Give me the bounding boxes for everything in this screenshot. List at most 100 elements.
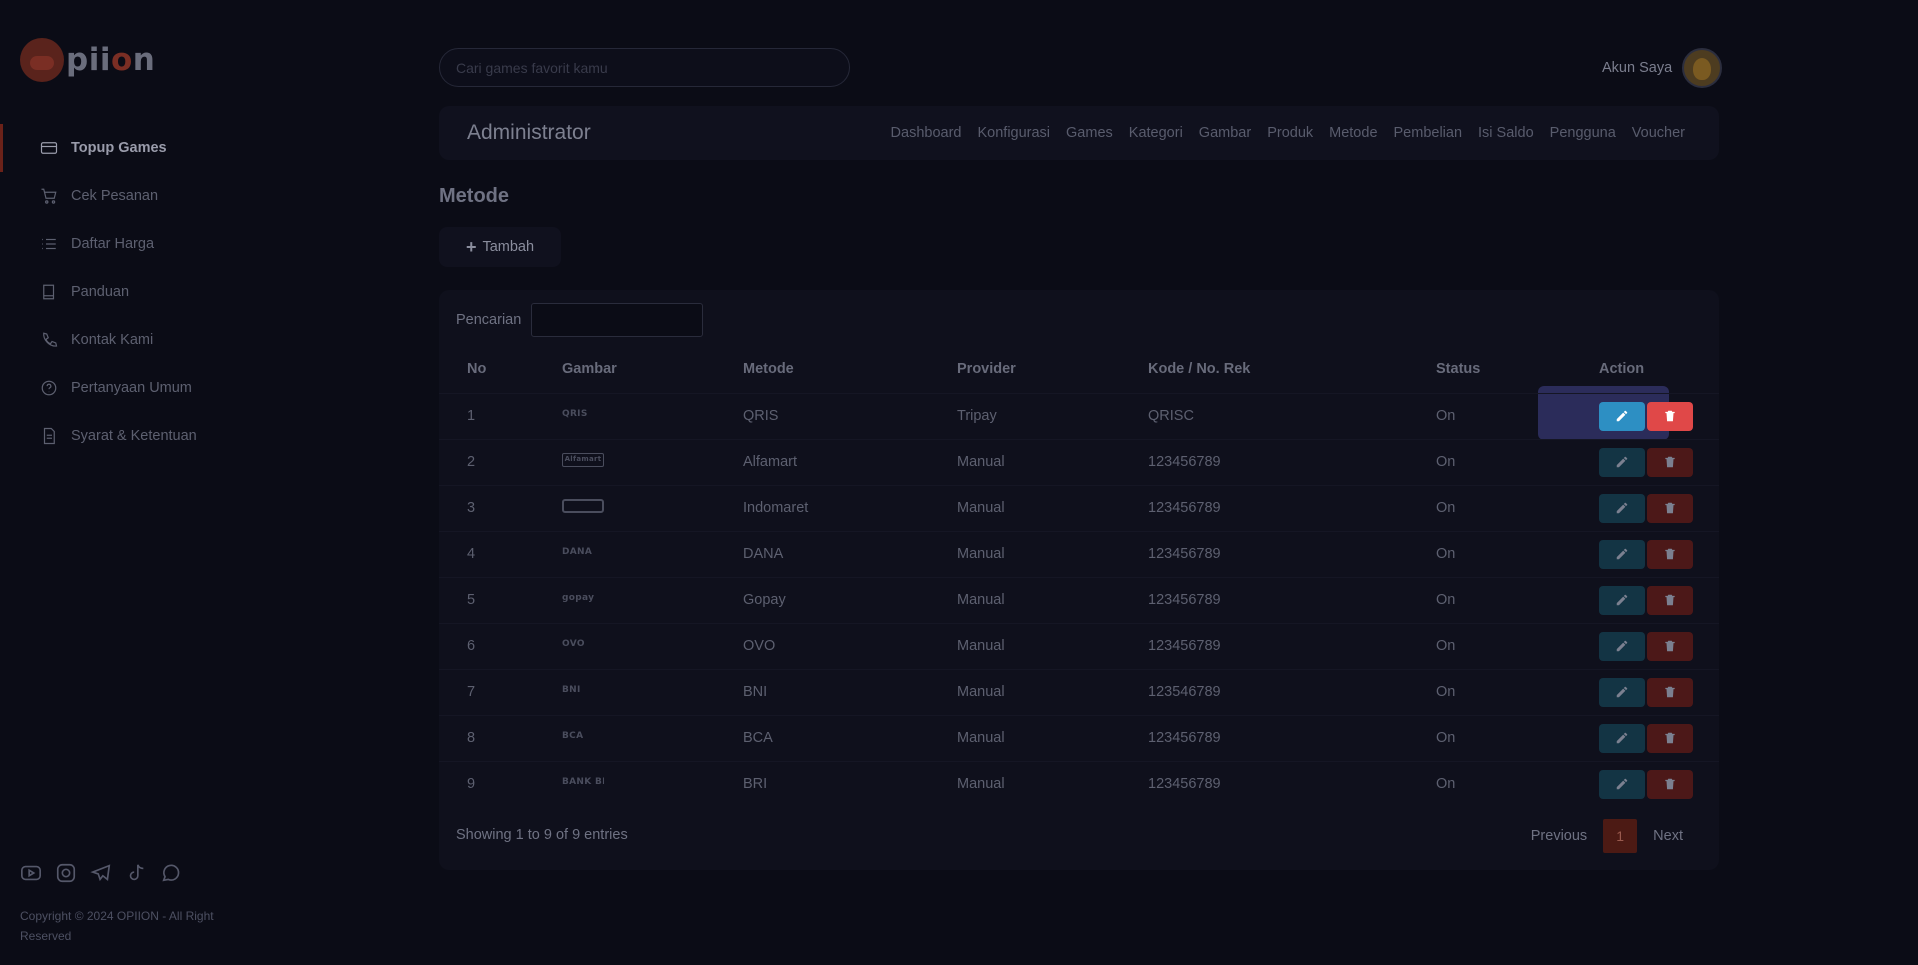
instagram-icon[interactable] <box>55 862 77 884</box>
account-menu[interactable]: Akun Saya <box>1602 48 1723 88</box>
edit-button[interactable] <box>1599 447 1645 477</box>
gamepad-logo-icon <box>20 38 64 82</box>
column-header-status[interactable]: Status <box>1436 345 1599 393</box>
trash-icon <box>1663 593 1677 607</box>
sidebar-item-pertanyaan-umum[interactable]: Pertanyaan Umum <box>0 364 400 412</box>
table-search-label: Pencarian <box>456 312 522 328</box>
cell-provider: Tripay <box>957 408 997 424</box>
cell-metode: Alfamart <box>743 454 797 470</box>
delete-button[interactable] <box>1647 677 1693 707</box>
edit-button[interactable] <box>1599 493 1645 523</box>
sidebar-item-syarat-ketentuan[interactable]: Syarat & Ketentuan <box>0 412 400 460</box>
admin-nav-dashboard[interactable]: Dashboard <box>891 125 962 141</box>
whatsapp-icon[interactable] <box>160 862 182 884</box>
edit-button[interactable] <box>1599 769 1645 799</box>
cell-provider: Manual <box>957 730 1005 746</box>
admin-nav-produk[interactable]: Produk <box>1267 125 1313 141</box>
phone-icon <box>40 331 58 349</box>
pagination-previous[interactable]: Previous <box>1515 828 1603 844</box>
youtube-icon[interactable] <box>20 862 42 884</box>
pagination-page-1[interactable]: 1 <box>1603 819 1638 853</box>
payment-logo <box>562 499 604 513</box>
sidebar-item-daftar-harga[interactable]: Daftar Harga <box>0 220 400 268</box>
column-header-provider[interactable]: Provider <box>957 345 1148 393</box>
edit-button[interactable] <box>1599 677 1645 707</box>
account-label: Akun Saya <box>1602 60 1673 76</box>
table-row: 2 Alfamart Alfamart Manual 123456789 On <box>439 439 1719 485</box>
cell-status: On <box>1436 592 1456 608</box>
telegram-icon[interactable] <box>90 862 112 884</box>
delete-button[interactable] <box>1647 631 1693 661</box>
sidebar-item-panduan[interactable]: Panduan <box>0 268 400 316</box>
add-button[interactable]: + Tambah <box>439 227 561 267</box>
pagination-next[interactable]: Next <box>1637 828 1699 844</box>
cell-provider: Manual <box>957 684 1005 700</box>
pencil-icon <box>1615 593 1629 607</box>
pencil-icon <box>1615 501 1629 515</box>
cell-action <box>1599 393 1719 439</box>
cell-no: 1 <box>467 408 476 424</box>
admin-nav-pembelian[interactable]: Pembelian <box>1394 125 1463 141</box>
plus-icon: + <box>465 237 477 257</box>
admin-nav-games[interactable]: Games <box>1066 125 1113 141</box>
avatar[interactable] <box>1682 48 1723 88</box>
cell-action <box>1599 577 1719 623</box>
cell-kode: QRISC <box>1148 408 1194 424</box>
delete-button[interactable] <box>1647 539 1693 569</box>
cell-gambar: gopay <box>562 577 743 623</box>
copyright-text: Copyright © 2024 OPIION - All Right Rese… <box>20 909 214 943</box>
delete-button[interactable] <box>1647 723 1693 753</box>
tiktok-icon[interactable] <box>125 862 147 884</box>
book-icon <box>40 283 58 301</box>
cell-no: 3 <box>467 500 476 516</box>
cell-status: On <box>1436 408 1456 424</box>
trash-icon <box>1663 547 1677 561</box>
sidebar-nav: Topup Games Cek Pesanan Daftar Harga Pan… <box>0 124 400 460</box>
sidebar-item-label: Panduan <box>71 284 130 300</box>
cell-status: On <box>1436 638 1456 654</box>
cell-gambar: OVO <box>562 623 743 669</box>
delete-button[interactable] <box>1647 447 1693 477</box>
table-search-input[interactable] <box>531 303 704 337</box>
cell-no: 9 <box>467 776 476 793</box>
cell-no: 6 <box>467 638 476 654</box>
sidebar-item-topup-games[interactable]: Topup Games <box>0 124 400 172</box>
methods-table-card: Pencarian No Gambar Metode Provider Kode… <box>439 290 1719 870</box>
admin-nav-voucher[interactable]: Voucher <box>1632 125 1685 141</box>
admin-nav-gambar[interactable]: Gambar <box>1199 125 1251 141</box>
edit-button[interactable] <box>1599 539 1645 569</box>
edit-button[interactable] <box>1599 723 1645 753</box>
delete-button[interactable] <box>1647 401 1693 431</box>
admin-nav-pengguna[interactable]: Pengguna <box>1550 125 1616 141</box>
admin-nav-konfigurasi[interactable]: Konfigurasi <box>977 125 1050 141</box>
cell-metode: BNI <box>743 684 768 700</box>
sidebar-item-label: Cek Pesanan <box>71 188 159 204</box>
admin-title: Administrator <box>467 121 591 144</box>
payment-logo: gopay <box>562 593 595 603</box>
game-search-input[interactable] <box>439 48 850 87</box>
cell-kode: 123456789 <box>1148 500 1221 516</box>
column-header-gambar[interactable]: Gambar <box>562 345 743 393</box>
admin-nav-isi-saldo[interactable]: Isi Saldo <box>1478 125 1534 141</box>
edit-button[interactable] <box>1599 631 1645 661</box>
delete-button[interactable] <box>1647 769 1693 799</box>
cell-kode: 123456789 <box>1148 730 1221 746</box>
cell-status: On <box>1436 730 1456 746</box>
brand-logo[interactable]: piion <box>20 38 155 82</box>
trash-icon <box>1663 731 1677 745</box>
sidebar-item-label: Daftar Harga <box>71 236 155 252</box>
column-header-metode[interactable]: Metode <box>743 345 957 393</box>
admin-nav: Dashboard Konfigurasi Games Kategori Gam… <box>891 106 1685 160</box>
pencil-icon <box>1615 777 1629 791</box>
column-header-kode[interactable]: Kode / No. Rek <box>1148 345 1436 393</box>
edit-button[interactable] <box>1599 401 1645 431</box>
sidebar-item-kontak-kami[interactable]: Kontak Kami <box>0 316 400 364</box>
admin-nav-kategori[interactable]: Kategori <box>1129 125 1183 141</box>
delete-button[interactable] <box>1647 585 1693 615</box>
cell-status: On <box>1436 684 1456 700</box>
edit-button[interactable] <box>1599 585 1645 615</box>
column-header-no[interactable]: No <box>439 345 562 393</box>
admin-nav-metode[interactable]: Metode <box>1329 125 1377 141</box>
sidebar-item-cek-pesanan[interactable]: Cek Pesanan <box>0 172 400 220</box>
delete-button[interactable] <box>1647 493 1693 523</box>
